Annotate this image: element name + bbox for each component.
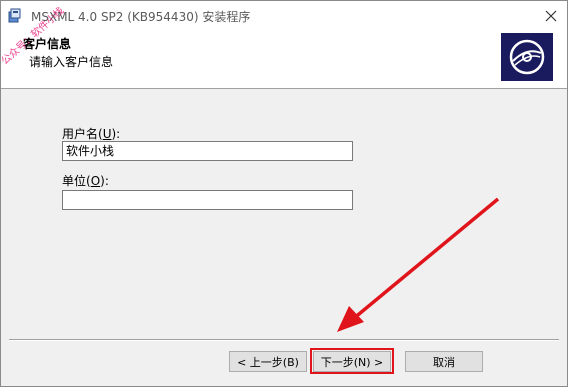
installer-window: MSXML 4.0 SP2 (KB954430) 安装程序 客户信息 请输入客户… (0, 0, 568, 387)
red-arrow-annotation (337, 197, 500, 332)
